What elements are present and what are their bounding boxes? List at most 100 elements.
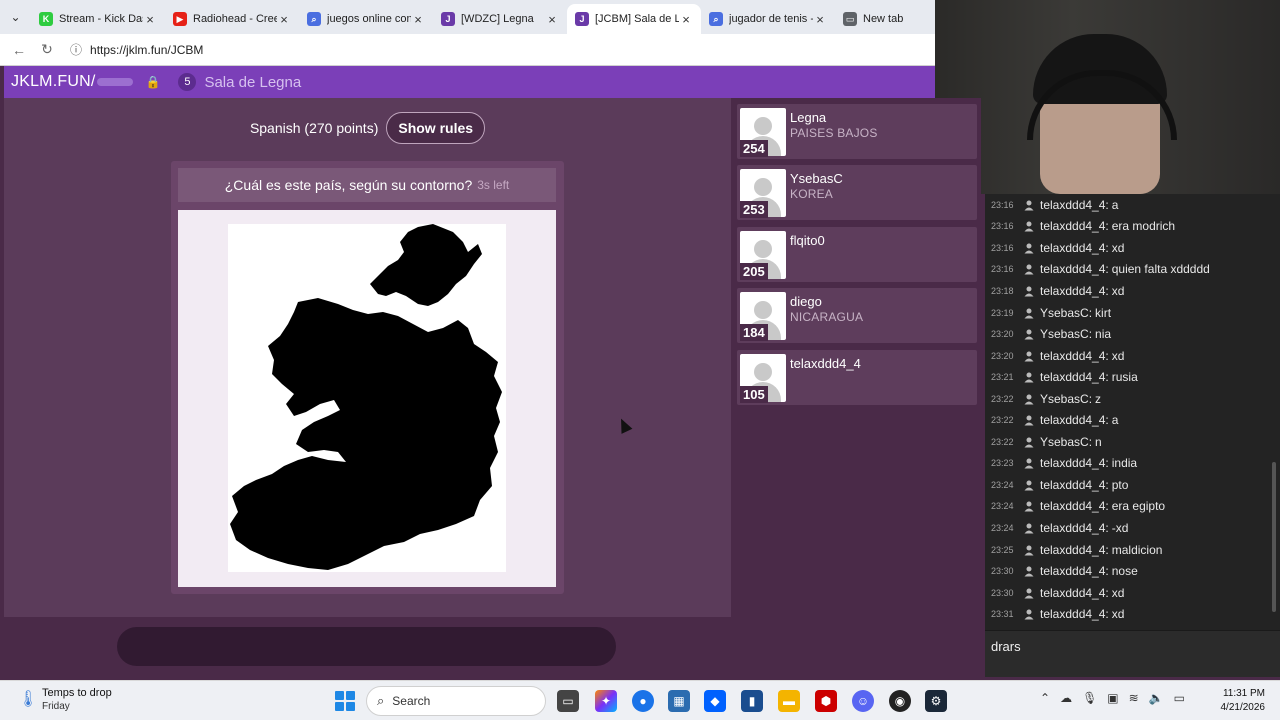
- chat-username[interactable]: telaxddd4_4:: [1040, 198, 1109, 212]
- user-icon: [1024, 523, 1034, 534]
- chat-text: nose: [1111, 564, 1138, 579]
- chat-text: xd: [1111, 283, 1125, 298]
- chat-username[interactable]: telaxddd4_4:: [1040, 370, 1109, 384]
- country-silhouette: [230, 224, 502, 570]
- rules-row: Spanish (270 points) Show rules: [4, 112, 731, 144]
- clock-time: 11:31 PM: [1222, 688, 1265, 699]
- tab-close-icon[interactable]: ×: [679, 12, 693, 27]
- chat-time: 23:16: [991, 264, 1014, 275]
- answer-area: [4, 617, 731, 677]
- copilot-icon[interactable]: ✦: [595, 690, 617, 712]
- tab-close-icon[interactable]: ×: [411, 12, 425, 27]
- user-icon: [1024, 480, 1034, 491]
- wifi-icon[interactable]: ≋: [1129, 691, 1139, 705]
- user-icon: [1024, 588, 1034, 599]
- tab-favicon-icon: ⌕: [307, 12, 321, 26]
- taskbar-search-label: Search: [392, 694, 431, 708]
- chat-username[interactable]: YsebasC:: [1040, 306, 1092, 320]
- site-header: JKLM.FUN/ 🔒 5 Sala de Legna: [4, 66, 935, 98]
- players-panel: 254 Legna PAISES BAJOS 253 YsebasC KOREA 205 fl…: [731, 98, 981, 677]
- chat-username[interactable]: telaxddd4_4:: [1040, 284, 1109, 298]
- browser-tab[interactable]: ⌕ jugador de tenis - S×: [701, 4, 835, 34]
- address-bar: ← ↻ ⓘ https://jklm.fun/JCBM: [0, 34, 935, 66]
- discord-icon[interactable]: ☺: [852, 690, 874, 712]
- search-icon: ⌕: [377, 693, 385, 708]
- start-button[interactable]: [335, 691, 355, 711]
- chat-text: xd: [1111, 607, 1125, 622]
- battery-icon[interactable]: ▭: [1174, 691, 1185, 705]
- dropbox-icon[interactable]: ◆: [704, 690, 726, 712]
- chat-username[interactable]: telaxddd4_4:: [1040, 499, 1109, 513]
- browser-tab[interactable]: K Stream - Kick Dashb×: [31, 4, 165, 34]
- vscode-icon[interactable]: ▮: [741, 690, 763, 712]
- calculator-icon[interactable]: ▦: [668, 690, 690, 712]
- url-field[interactable]: ⓘ https://jklm.fun/JCBM: [64, 38, 927, 62]
- back-icon[interactable]: ←: [8, 39, 30, 61]
- chat-username[interactable]: telaxddd4_4:: [1040, 607, 1109, 621]
- chat-message: 23:16 telaxddd4_4: quien falta xddddd: [985, 259, 1280, 281]
- chat-username[interactable]: telaxddd4_4:: [1040, 262, 1109, 276]
- answer-input[interactable]: [117, 627, 616, 666]
- app-shield-icon[interactable]: ⬢: [815, 690, 837, 712]
- chat-time: 23:19: [991, 307, 1014, 318]
- chat-username[interactable]: telaxddd4_4:: [1040, 241, 1109, 255]
- chat-scrollbar[interactable]: [1272, 462, 1276, 612]
- obs-icon[interactable]: ◉: [889, 690, 911, 712]
- chat-username[interactable]: telaxddd4_4:: [1040, 586, 1109, 600]
- site-info-icon[interactable]: ⓘ: [70, 41, 82, 58]
- user-icon: [1024, 501, 1034, 512]
- browser-tab[interactable]: ▶ Radiohead - Creep ×: [165, 4, 299, 34]
- chat-time: 23:31: [991, 609, 1014, 620]
- chat-username[interactable]: telaxddd4_4:: [1040, 543, 1109, 557]
- chat-username[interactable]: YsebasC:: [1040, 392, 1092, 406]
- tab-close-icon[interactable]: ×: [813, 12, 827, 27]
- display-icon[interactable]: ▣: [1107, 691, 1118, 705]
- taskbar-clock[interactable]: 11:31 PM 4/21/2026: [1210, 687, 1266, 715]
- tab-title: Stream - Kick Dashb: [59, 13, 143, 25]
- tab-search-menu-icon[interactable]: ⌄: [6, 6, 25, 28]
- tab-favicon-icon: ⌕: [709, 12, 723, 26]
- chat-username[interactable]: YsebasC:: [1040, 435, 1092, 449]
- steam-icon[interactable]: ⚙: [925, 690, 947, 712]
- browser-tab[interactable]: ▭ New tab: [835, 4, 935, 34]
- question-image-frame: [178, 210, 556, 587]
- tab-close-icon[interactable]: ×: [143, 12, 157, 27]
- question-text: ¿Cuál es este país, según su contorno?: [224, 177, 473, 193]
- chat-username[interactable]: telaxddd4_4:: [1040, 564, 1109, 578]
- site-brand[interactable]: JKLM.FUN/: [11, 73, 134, 91]
- chat-username[interactable]: telaxddd4_4:: [1040, 478, 1109, 492]
- question-card: ¿Cuál es este país, según su contorno? 3…: [171, 161, 564, 594]
- tab-close-icon[interactable]: ×: [277, 12, 291, 27]
- player-score: 184: [740, 324, 768, 342]
- player-card: 205 flqito0: [737, 226, 977, 282]
- volume-icon[interactable]: 🔈: [1149, 691, 1164, 705]
- chat-username[interactable]: telaxddd4_4:: [1040, 349, 1109, 363]
- chat-time: 23:24: [991, 479, 1014, 490]
- task-view-icon[interactable]: ▭: [557, 690, 579, 712]
- file-explorer-icon[interactable]: ▬: [778, 690, 800, 712]
- browser-tab[interactable]: J [JCBM] Sala de Leg×: [567, 4, 701, 34]
- chevron-up-icon[interactable]: ⌃: [1040, 691, 1050, 705]
- microphone-icon[interactable]: 🎙: [1082, 691, 1097, 705]
- chat-input[interactable]: drars: [985, 630, 1280, 677]
- chat-username[interactable]: telaxddd4_4:: [1040, 456, 1109, 470]
- taskbar-search[interactable]: ⌕ Search: [366, 686, 546, 716]
- reload-icon[interactable]: ↻: [36, 39, 58, 61]
- browser-tab[interactable]: ⌕ juegos online con a×: [299, 4, 433, 34]
- user-icon: [1024, 200, 1034, 211]
- show-rules-button[interactable]: Show rules: [386, 112, 486, 144]
- cloud-icon[interactable]: ☁: [1060, 691, 1072, 705]
- chat-username[interactable]: telaxddd4_4:: [1040, 219, 1109, 233]
- browser-tab[interactable]: J [WDZC] Legna ×: [433, 4, 567, 34]
- chat-username[interactable]: telaxddd4_4:: [1040, 521, 1109, 535]
- chat-username[interactable]: YsebasC:: [1040, 327, 1092, 341]
- room-code-mask: [97, 77, 134, 86]
- user-icon: [1024, 458, 1034, 469]
- chat-username[interactable]: telaxddd4_4:: [1040, 413, 1109, 427]
- chat-message-list[interactable]: 23:16 telaxddd4_4: a 23:16 telaxddd4_4: era m…: [985, 194, 1280, 624]
- chat-text: kirt: [1095, 305, 1112, 320]
- weather-widget[interactable]: 🌡 Temps to drop Friday: [18, 687, 112, 712]
- tab-close-icon[interactable]: ×: [545, 12, 559, 27]
- tab-title: jugador de tenis - S: [729, 13, 813, 25]
- chrome-icon[interactable]: ●: [632, 690, 654, 712]
